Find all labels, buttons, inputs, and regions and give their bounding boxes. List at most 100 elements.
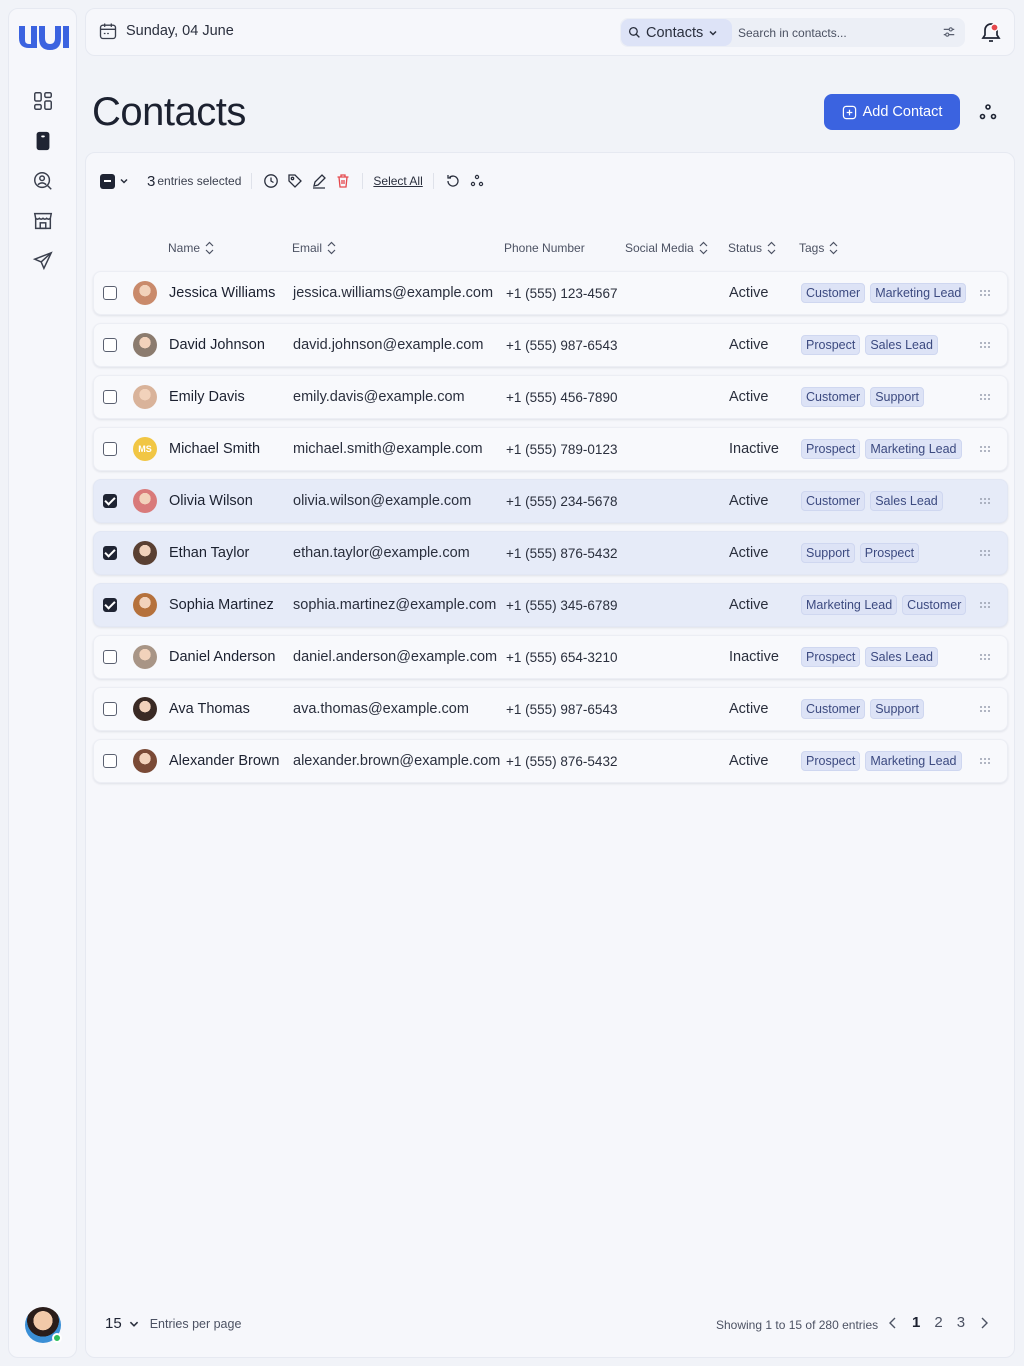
page-2[interactable]: 2 [934,1314,942,1331]
dashboard-icon[interactable] [31,89,55,113]
column-header-email[interactable]: Email [292,241,337,255]
table-row[interactable]: Jessica Williams jessica.williams@exampl… [93,271,1008,315]
contact-email[interactable]: michael.smith@example.com [293,428,483,470]
drag-handle-icon[interactable] [979,428,991,470]
contact-email[interactable]: ava.thomas@example.com [293,688,469,730]
drag-handle-icon[interactable] [979,584,991,626]
column-header-status[interactable]: Status [728,241,777,255]
contact-email[interactable]: jessica.williams@example.com [293,272,493,314]
row-checkbox[interactable] [103,546,117,560]
contact-name[interactable]: David Johnson [169,324,265,366]
table-row[interactable]: Alexander Brown alexander.brown@example.… [93,739,1008,783]
drag-handle-icon[interactable] [979,688,991,730]
store-icon[interactable] [31,209,55,233]
column-header-social[interactable]: Social Media [625,241,709,255]
edit-icon[interactable] [310,172,328,190]
page-1[interactable]: 1 [912,1314,920,1331]
tag-badge: Customer [801,699,866,719]
contact-name[interactable]: Ava Thomas [169,688,250,730]
selected-label: entries selected [157,174,242,188]
schedule-icon[interactable] [262,172,280,190]
drag-handle-icon[interactable] [979,324,991,366]
table-row[interactable]: Sophia Martinez sophia.martinez@example.… [93,583,1008,627]
contact-email[interactable]: ethan.taylor@example.com [293,532,470,574]
drag-handle-icon[interactable] [979,272,991,314]
calendar-icon [99,23,117,40]
contact-name[interactable]: Michael Smith [169,428,260,470]
table-row[interactable]: MS Michael Smith michael.smith@example.c… [93,427,1008,471]
chevron-right-icon[interactable] [979,1316,989,1330]
contact-email[interactable]: olivia.wilson@example.com [293,480,471,522]
chevron-left-icon[interactable] [888,1316,898,1330]
contact-status: Active [729,545,769,561]
contact-tags: Marketing Lead Customer [801,584,967,626]
tag-badge: Sales Lead [870,491,943,511]
entries-per-page[interactable]: 15 Entries per page [105,1315,241,1332]
row-checkbox-cell [103,480,117,522]
column-header-name[interactable]: Name [168,241,215,255]
row-checkbox[interactable] [103,442,117,456]
chevron-down-icon [129,1321,138,1327]
contact-email[interactable]: david.johnson@example.com [293,324,483,366]
column-header-tags[interactable]: Tags [799,241,839,255]
row-checkbox-cell [103,376,117,418]
contact-name[interactable]: Olivia Wilson [169,480,253,522]
filter-icon[interactable] [942,25,956,39]
contact-email[interactable]: emily.davis@example.com [293,376,465,418]
contact-email[interactable]: alexander.brown@example.com [293,740,500,782]
row-checkbox[interactable] [103,390,117,404]
page-3[interactable]: 3 [957,1314,965,1331]
contact-name[interactable]: Ethan Taylor [169,532,249,574]
row-checkbox[interactable] [103,494,117,508]
user-avatar[interactable] [25,1307,62,1343]
table-row[interactable]: David Johnson david.johnson@example.com … [93,323,1008,367]
logo-icon[interactable] [17,22,71,50]
contact-name[interactable]: Jessica Williams [169,272,275,314]
drag-handle-icon[interactable] [979,740,991,782]
contact-name[interactable]: Alexander Brown [169,740,279,782]
contacts-icon[interactable] [31,129,55,153]
current-date: Sunday, 04 June [98,21,234,41]
send-icon[interactable] [31,249,55,273]
pagination: 1 2 3 [888,1314,989,1331]
row-checkbox[interactable] [103,598,117,612]
more-actions-icon[interactable] [468,172,486,190]
tag-icon[interactable] [286,172,304,190]
avatar [133,541,157,565]
row-checkbox[interactable] [103,650,117,664]
select-all-link[interactable]: Select All [373,174,422,188]
add-contact-button[interactable]: Add Contact [824,94,960,130]
more-options-icon[interactable] [978,102,998,122]
notification-bell-icon[interactable] [979,20,1003,44]
search-input[interactable] [738,20,938,45]
contact-status: Active [729,753,769,769]
bulk-select-checkbox[interactable] [100,173,115,189]
plus-square-icon [842,105,856,119]
table-row[interactable]: Ethan Taylor ethan.taylor@example.com +1… [93,531,1008,575]
table-row[interactable]: Emily Davis emily.davis@example.com +1 (… [93,375,1008,419]
contact-name[interactable]: Sophia Martinez [169,584,274,626]
drag-handle-icon[interactable] [979,636,991,678]
drag-handle-icon[interactable] [979,480,991,522]
search-scope-dropdown[interactable]: Contacts [621,19,732,46]
row-checkbox[interactable] [103,338,117,352]
delete-icon[interactable] [334,172,352,190]
table-row[interactable]: Ava Thomas ava.thomas@example.com +1 (55… [93,687,1008,731]
table-row[interactable]: Daniel Anderson daniel.anderson@example.… [93,635,1008,679]
column-header-phone[interactable]: Phone Number [504,241,585,255]
chevron-down-icon[interactable] [119,176,129,186]
refresh-icon[interactable] [444,172,462,190]
row-checkbox[interactable] [103,702,117,716]
contact-name[interactable]: Daniel Anderson [169,636,275,678]
tag-badge: Sales Lead [865,647,938,667]
drag-handle-icon[interactable] [979,532,991,574]
row-checkbox[interactable] [103,286,117,300]
contact-name[interactable]: Emily Davis [169,376,245,418]
row-checkbox[interactable] [103,754,117,768]
drag-handle-icon[interactable] [979,376,991,418]
contact-email[interactable]: sophia.martinez@example.com [293,584,496,626]
contact-email[interactable]: daniel.anderson@example.com [293,636,497,678]
sort-icon [327,241,336,255]
table-row[interactable]: Olivia Wilson olivia.wilson@example.com … [93,479,1008,523]
search-user-icon[interactable] [31,169,55,193]
